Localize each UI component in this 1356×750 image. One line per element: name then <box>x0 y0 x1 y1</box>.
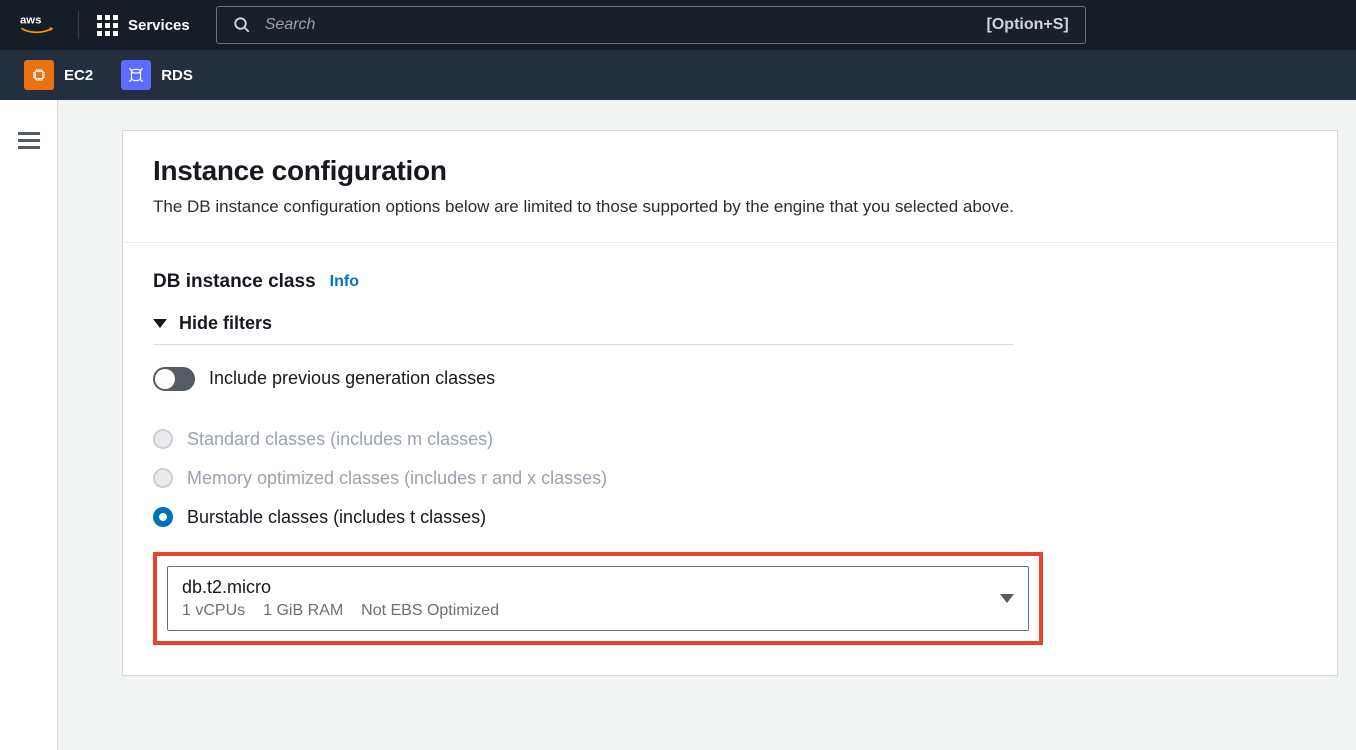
panel-description: The DB instance configuration options be… <box>153 195 1307 220</box>
svg-text:aws: aws <box>20 15 41 27</box>
nav-divider <box>78 11 79 39</box>
panel-body: DB instance class Info Hide filters Incl… <box>123 243 1337 675</box>
radio-burstable-classes[interactable]: Burstable classes (includes t classes) <box>153 507 1307 528</box>
shortcut-rds-label: RDS <box>161 67 193 84</box>
main-area: Instance configuration The DB instance c… <box>0 100 1356 750</box>
radio-burstable-label: Burstable classes (includes t classes) <box>187 507 486 528</box>
search-icon <box>233 16 251 34</box>
search-input[interactable] <box>265 16 973 34</box>
include-prev-gen-row: Include previous generation classes <box>153 367 1307 391</box>
instance-vcpus: 1 vCPUs <box>182 602 245 620</box>
grid-icon <box>97 15 118 36</box>
radio-memory-classes: Memory optimized classes (includes r and… <box>153 468 1307 489</box>
db-instance-class-label: DB instance class <box>153 271 316 293</box>
field-label-row: DB instance class Info <box>153 271 1307 293</box>
rds-icon <box>121 60 151 90</box>
search-box[interactable]: [Option+S] <box>216 6 1086 44</box>
top-nav: aws Services [Option+S] <box>0 0 1356 50</box>
radio-icon-selected <box>153 507 173 527</box>
panel-header: Instance configuration The DB instance c… <box>123 131 1337 243</box>
hide-filters-label: Hide filters <box>179 313 272 334</box>
instance-select-value: db.t2.micro <box>182 577 499 598</box>
instance-ebs: Not EBS Optimized <box>361 602 499 620</box>
info-link[interactable]: Info <box>330 273 359 291</box>
shortcut-ec2-label: EC2 <box>64 67 93 84</box>
ec2-icon <box>24 60 54 90</box>
radio-standard-label: Standard classes (includes m classes) <box>187 429 493 450</box>
hamburger-menu-icon[interactable] <box>18 128 40 750</box>
content-area: Instance configuration The DB instance c… <box>58 100 1356 750</box>
left-rail <box>0 100 58 750</box>
radio-memory-label: Memory optimized classes (includes r and… <box>187 468 607 489</box>
panel-title: Instance configuration <box>153 155 1307 187</box>
shortcut-ec2[interactable]: EC2 <box>24 60 93 90</box>
services-menu-button[interactable]: Services <box>97 15 190 36</box>
instance-select-text: db.t2.micro 1 vCPUs 1 GiB RAM Not EBS Op… <box>182 577 499 620</box>
service-shortcuts-bar: EC2 RDS <box>0 50 1356 100</box>
radio-icon <box>153 468 173 488</box>
include-prev-gen-toggle[interactable] <box>153 367 195 391</box>
instance-select-details: 1 vCPUs 1 GiB RAM Not EBS Optimized <box>182 602 499 620</box>
instance-type-select[interactable]: db.t2.micro 1 vCPUs 1 GiB RAM Not EBS Op… <box>167 566 1029 631</box>
radio-standard-classes: Standard classes (includes m classes) <box>153 429 1307 450</box>
shortcut-rds[interactable]: RDS <box>121 60 193 90</box>
radio-icon <box>153 429 173 449</box>
instance-class-radio-group: Standard classes (includes m classes) Me… <box>153 429 1307 528</box>
services-label: Services <box>128 17 190 34</box>
toggle-knob <box>155 369 175 389</box>
instance-ram: 1 GiB RAM <box>263 602 343 620</box>
chevron-down-icon <box>153 319 167 328</box>
keyboard-shortcut-hint: [Option+S] <box>987 16 1069 34</box>
chevron-down-icon <box>1000 594 1014 603</box>
instance-config-panel: Instance configuration The DB instance c… <box>122 130 1338 676</box>
aws-logo[interactable]: aws <box>20 13 60 37</box>
hide-filters-toggle[interactable]: Hide filters <box>153 313 1013 345</box>
instance-select-highlight: db.t2.micro 1 vCPUs 1 GiB RAM Not EBS Op… <box>153 552 1043 645</box>
include-prev-gen-label: Include previous generation classes <box>209 368 495 389</box>
search-container: [Option+S] <box>216 6 1086 44</box>
